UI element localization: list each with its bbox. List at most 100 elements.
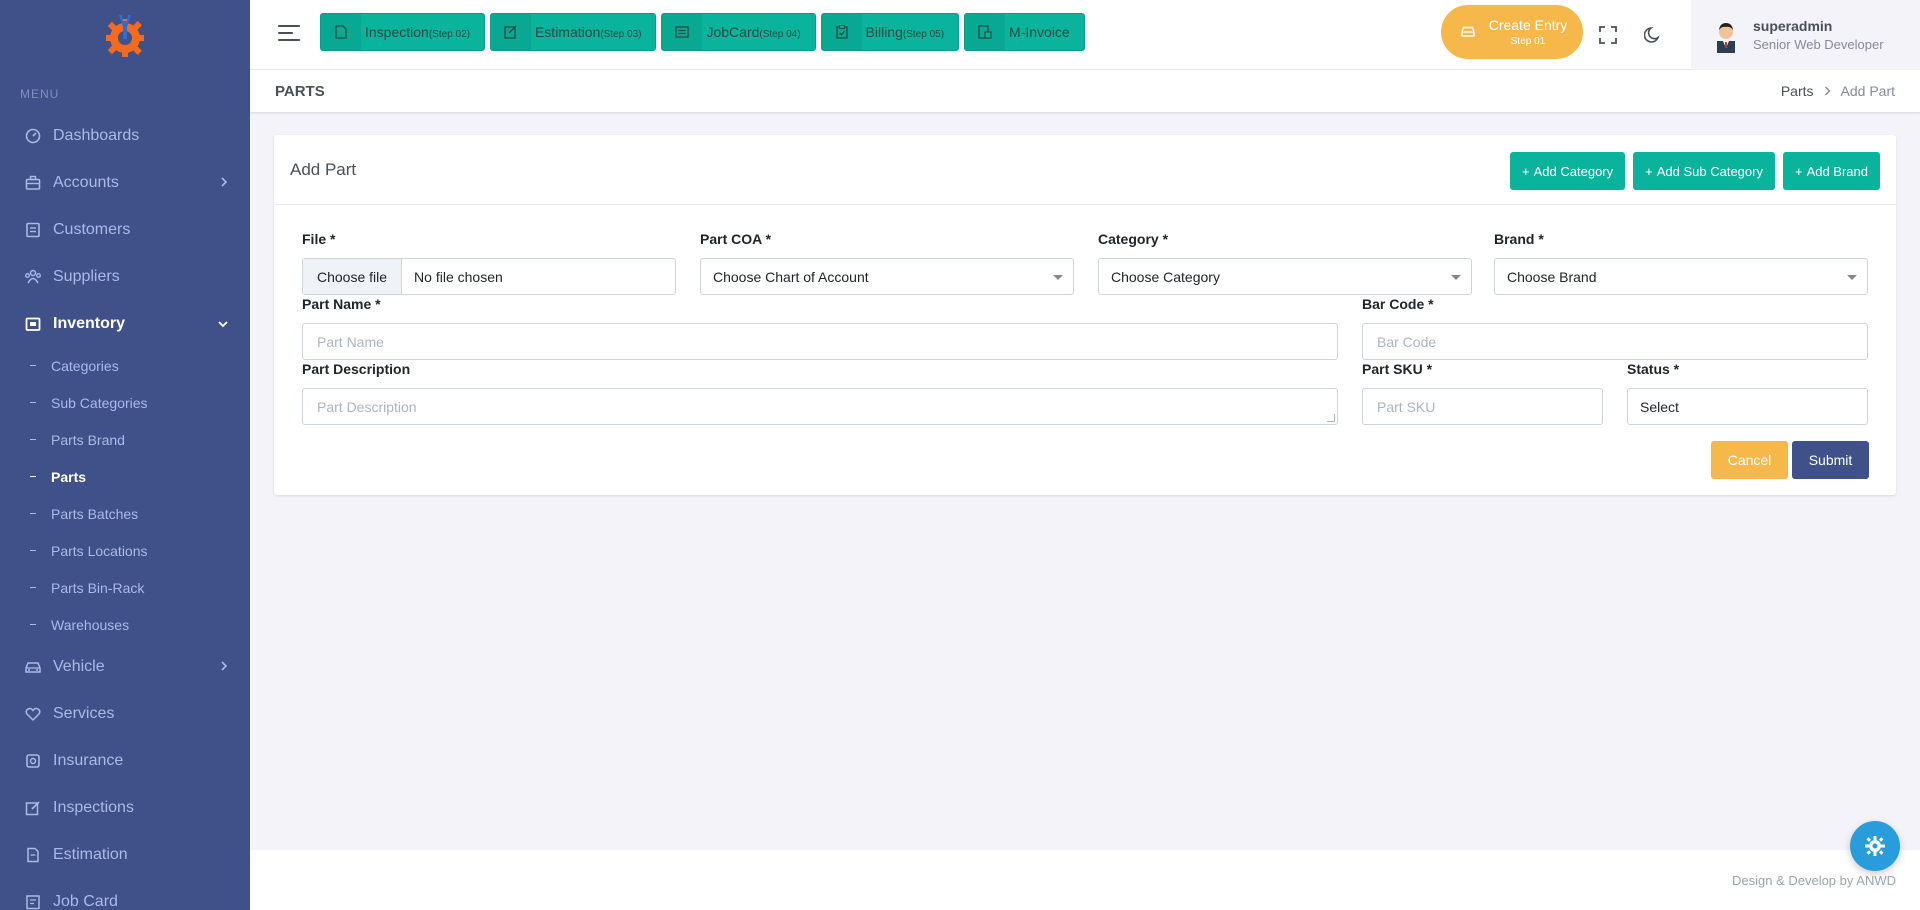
sidebar-item-label: Services xyxy=(53,704,115,722)
category-select[interactable]: Choose Category xyxy=(1098,258,1472,295)
breadcrumb-current: Add Part xyxy=(1840,83,1895,99)
part-description-label: Part Description xyxy=(302,361,411,377)
gear-icon xyxy=(1865,836,1885,856)
file-icon xyxy=(24,846,42,864)
edit-icon xyxy=(24,799,42,817)
plus-icon: + xyxy=(1522,163,1530,179)
step-estimation-button[interactable]: Estimation(Step 03) xyxy=(489,13,657,51)
card-header: Add Part + Add Category + Add Sub Category… xyxy=(274,135,1896,205)
plus-icon: + xyxy=(1794,163,1803,179)
sidebar-item-job-card[interactable]: Job Card xyxy=(0,878,250,910)
sidebar-item-services[interactable]: Services xyxy=(0,690,250,737)
step-inspection-button[interactable]: Inspection(Step 02) xyxy=(320,13,485,51)
step-billing-button[interactable]: Billing(Step 05) xyxy=(820,13,960,51)
car-icon xyxy=(1453,25,1483,39)
add-category-button[interactable]: + Add Category xyxy=(1510,152,1626,190)
add-brand-button[interactable]: + Add Brand xyxy=(1782,152,1880,190)
insurance-icon xyxy=(24,752,42,770)
chevron-right-icon xyxy=(1824,83,1831,99)
sidebar-item-vehicle[interactable]: Vehicle xyxy=(0,643,250,690)
footer: Design & Develop by ANWD xyxy=(250,850,1920,910)
breadcrumb-parent-link[interactable]: Parts xyxy=(1781,83,1814,99)
settings-gear-button[interactable] xyxy=(1850,821,1900,871)
sidebar-item-label: Vehicle xyxy=(53,657,105,675)
sidebar-item-insurance[interactable]: Insurance xyxy=(0,737,250,784)
fullscreen-icon[interactable] xyxy=(1598,25,1618,45)
menu-title: MENU xyxy=(20,87,60,101)
sidebar-item-label: Customers xyxy=(53,220,131,238)
plus-icon: + xyxy=(1645,163,1653,179)
briefcase-icon xyxy=(24,174,42,192)
user-role: Senior Web Developer xyxy=(1753,37,1884,52)
file-input[interactable]: Choose file No file chosen xyxy=(302,258,676,295)
submenu-item-warehouses[interactable]: Warehouses xyxy=(0,606,250,643)
sidebar-item-label: Inspections xyxy=(53,798,134,816)
car-icon xyxy=(24,658,42,676)
resize-handle-icon[interactable] xyxy=(1327,414,1335,422)
category-label: Category * xyxy=(1098,231,1169,247)
page-title: PARTS xyxy=(275,83,325,100)
sidebar: MENU Dashboards Accounts Customers Suppl… xyxy=(0,0,250,910)
inventory-icon xyxy=(24,315,42,333)
caret-down-icon xyxy=(1053,275,1063,280)
sidebar-item-dashboards[interactable]: Dashboards xyxy=(0,112,250,159)
hamburger-menu-icon[interactable] xyxy=(278,25,300,45)
part-name-input[interactable]: Part Name xyxy=(302,323,1338,360)
topbar: Inspection(Step 02) Estimation(Step 03) … xyxy=(250,0,1920,70)
add-sub-category-button[interactable]: + Add Sub Category xyxy=(1633,152,1775,190)
workflow-steps: Inspection(Step 02) Estimation(Step 03) … xyxy=(320,13,1090,51)
jobcard-icon xyxy=(24,893,42,910)
step-m-invoice-button[interactable]: M-Invoice xyxy=(964,13,1085,51)
add-part-card: Add Part + Add Category + Add Sub Category… xyxy=(274,135,1896,495)
footer-credit: Design & Develop by ANWD xyxy=(1731,873,1896,888)
part-coa-select[interactable]: Choose Chart of Account xyxy=(700,258,1074,295)
heart-icon xyxy=(24,705,42,723)
sidebar-item-label: Insurance xyxy=(53,751,124,769)
chevron-right-icon xyxy=(220,658,228,676)
sidebar-nav: Dashboards Accounts Customers Suppliers xyxy=(0,112,250,910)
caret-down-icon xyxy=(1451,275,1461,280)
bar-code-input[interactable]: Bar Code xyxy=(1362,323,1868,360)
edit-icon xyxy=(490,14,531,50)
dashboard-icon xyxy=(24,127,42,145)
gear-logo-icon xyxy=(106,15,144,57)
submit-button[interactable]: Submit xyxy=(1792,441,1869,479)
part-coa-label: Part COA * xyxy=(700,231,772,247)
sidebar-item-inspections[interactable]: Inspections xyxy=(0,784,250,831)
cancel-button[interactable]: Cancel xyxy=(1711,441,1788,479)
create-entry-button[interactable]: Create Entry Step 01 xyxy=(1441,5,1583,59)
caret-down-icon xyxy=(1847,275,1857,280)
sidebar-item-label: Dashboards xyxy=(53,126,140,144)
sidebar-item-customers[interactable]: Customers xyxy=(0,206,250,253)
sidebar-item-estimation[interactable]: Estimation xyxy=(0,831,250,878)
invoice-icon xyxy=(965,14,1006,50)
brand-select[interactable]: Choose Brand xyxy=(1494,258,1868,295)
sidebar-item-accounts[interactable]: Accounts xyxy=(0,159,250,206)
sidebar-item-label: Job Card xyxy=(53,892,118,910)
submenu-item-parts-brand[interactable]: Parts Brand xyxy=(0,421,250,458)
step-jobcard-button[interactable]: JobCard(Step 04) xyxy=(661,13,816,51)
chevron-down-icon xyxy=(218,315,228,333)
brand-label: Brand * xyxy=(1494,231,1544,247)
sidebar-item-label: Accounts xyxy=(53,173,119,191)
file-icon xyxy=(321,14,361,50)
part-sku-input[interactable]: Part SKU xyxy=(1362,388,1603,425)
submenu-item-sub-categories[interactable]: Sub Categories xyxy=(0,384,250,421)
dark-mode-moon-icon[interactable] xyxy=(1643,25,1663,45)
submenu-item-parts-bin-rack[interactable]: Parts Bin-Rack xyxy=(0,569,250,606)
submenu-item-parts-locations[interactable]: Parts Locations xyxy=(0,532,250,569)
sidebar-item-inventory[interactable]: Inventory xyxy=(0,300,250,347)
user-name: superadmin xyxy=(1753,18,1833,34)
part-description-textarea[interactable]: Part Description xyxy=(302,388,1338,425)
submenu-item-categories[interactable]: Categories xyxy=(0,347,250,384)
status-select[interactable]: Select xyxy=(1627,388,1868,425)
choose-file-button[interactable]: Choose file xyxy=(303,259,403,294)
list-icon xyxy=(662,14,703,50)
users-icon xyxy=(24,268,42,286)
logo[interactable] xyxy=(0,0,250,70)
user-profile[interactable]: superadmin Senior Web Developer xyxy=(1691,0,1920,70)
submenu-item-parts[interactable]: Parts xyxy=(0,458,250,495)
sidebar-item-suppliers[interactable]: Suppliers xyxy=(0,253,250,300)
submenu-item-parts-batches[interactable]: Parts Batches xyxy=(0,495,250,532)
status-label: Status * xyxy=(1627,361,1680,377)
